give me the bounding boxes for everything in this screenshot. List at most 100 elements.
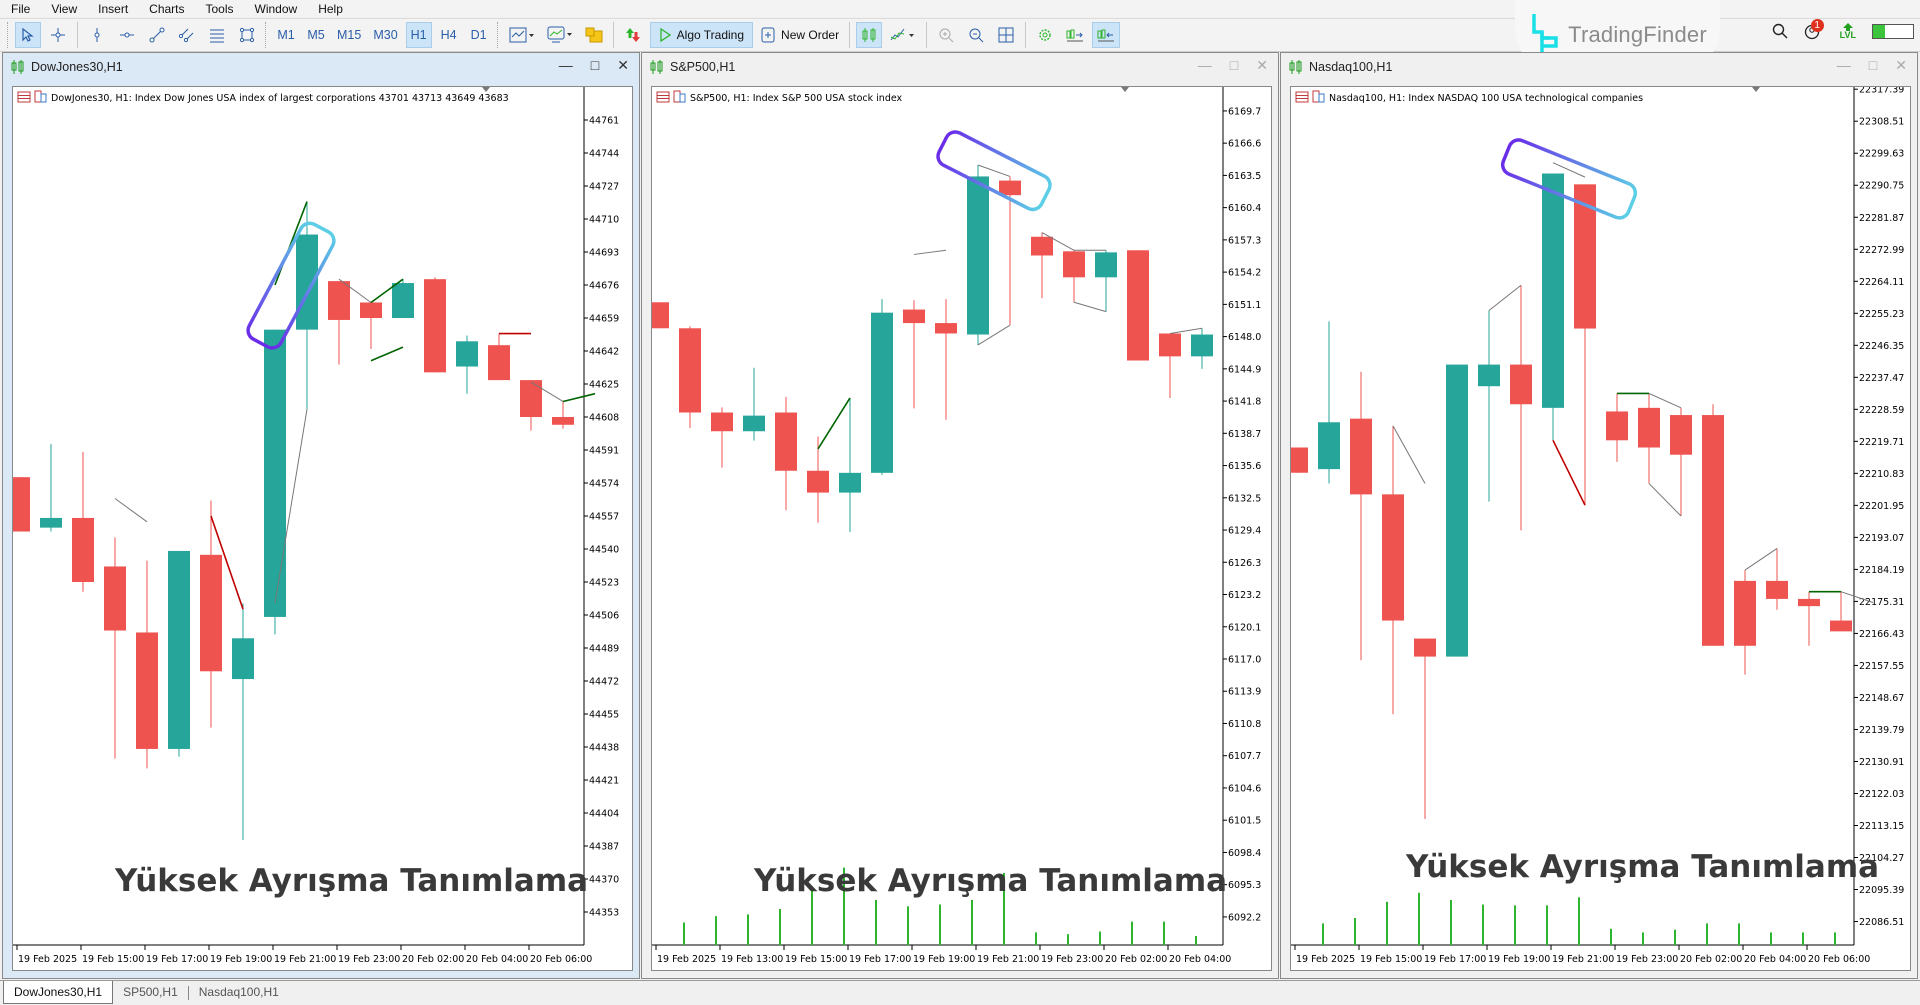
chart-area[interactable]: Nasdaq100, H1: Index NASDAQ 100 USA tech… [1290, 86, 1911, 971]
toolbar-grip[interactable] [7, 22, 10, 48]
y-tick-label: 22122.03 [1859, 789, 1904, 800]
cursor-tool-button[interactable] [15, 22, 41, 48]
timeframe-d1[interactable]: D1 [466, 22, 492, 48]
y-tick-label: 22308.51 [1859, 117, 1904, 128]
autoscroll-button[interactable] [1062, 22, 1088, 48]
toolbar-separator [926, 22, 928, 48]
timeframe-h1[interactable]: H1 [405, 22, 432, 48]
close-button[interactable]: ✕ [1895, 57, 1907, 74]
maximize-button[interactable]: □ [1230, 57, 1238, 74]
candle-body [1606, 411, 1628, 441]
profiles-button[interactable] [581, 22, 607, 48]
chart-plot[interactable]: S&P500, H1: Index S&P 500 USA stock inde… [652, 87, 1273, 972]
bearish-candle [72, 451, 94, 592]
window-titlebar[interactable]: Nasdaq100,H1 [1281, 53, 1917, 81]
tab-dowjones30[interactable]: DowJones30,H1 [3, 981, 114, 1004]
tab-nasdaq100[interactable]: Nasdaq100,H1 [189, 981, 289, 1003]
notifications-button[interactable]: 1 [1804, 19, 1824, 40]
menu-insert[interactable]: Insert [87, 2, 138, 16]
candlestick-window-icon [650, 60, 663, 74]
timeframe-h4[interactable]: H4 [436, 22, 462, 48]
timeframe-m30[interactable]: M30 [369, 22, 401, 48]
horizontal-line-icon [120, 32, 134, 38]
menu-window[interactable]: Window [244, 2, 308, 16]
timeframe-m1[interactable]: M1 [273, 22, 299, 48]
candle-body [1191, 334, 1213, 357]
vertical-line-button[interactable] [84, 22, 110, 48]
tab-sp500[interactable]: SP500,H1 [113, 981, 188, 1003]
autoscroll-icon [1066, 29, 1084, 42]
trendline-button[interactable] [144, 22, 170, 48]
minimize-button[interactable]: — [1837, 57, 1851, 74]
gear-icon [1039, 29, 1051, 41]
chart-shift-marker [482, 87, 490, 92]
candle-body [679, 328, 701, 413]
y-tick-label: 6129.4 [1228, 526, 1261, 537]
level-progress-fill [1873, 24, 1885, 38]
watermark-text: Yüksek Ayrışma Tanımlama [114, 863, 588, 899]
shapes-button[interactable] [234, 22, 260, 48]
crosshair-button[interactable] [45, 22, 71, 48]
minimize-button[interactable]: — [1198, 57, 1212, 74]
menu-view[interactable]: View [40, 2, 87, 16]
indicators-dropdown[interactable] [505, 22, 539, 48]
chart-plot[interactable]: Nasdaq100, H1: Index NASDAQ 100 USA tech… [1291, 87, 1912, 972]
x-tick-label: 19 Feb 15:00 [82, 954, 144, 965]
horizontal-line-button[interactable] [114, 22, 140, 48]
timeframe-m15[interactable]: M15 [333, 22, 365, 48]
chart-settings-button[interactable] [1032, 22, 1058, 48]
menu-help[interactable]: Help [307, 2, 353, 16]
bearish-candle [1350, 371, 1372, 661]
level-label: LVL [1839, 29, 1856, 40]
window-titlebar[interactable]: S&P500,H1 [642, 53, 1278, 81]
minimize-button[interactable]: — [559, 57, 573, 74]
tile-windows-button[interactable] [993, 22, 1019, 48]
candlestick-chart-button[interactable] [856, 22, 883, 48]
menu-charts[interactable]: Charts [138, 2, 194, 16]
candle-body [1766, 580, 1788, 599]
y-tick-label: 22219.71 [1859, 437, 1904, 448]
y-tick-label: 22317.39 [1859, 87, 1904, 96]
y-tick-label: 22281.87 [1859, 213, 1904, 224]
menu-tools[interactable]: Tools [195, 2, 244, 16]
chart-plot[interactable]: DowJones30, H1: Index Dow Jones USA inde… [13, 87, 634, 972]
close-button[interactable]: ✕ [1256, 57, 1268, 74]
chart-area[interactable]: DowJones30, H1: Index Dow Jones USA inde… [12, 86, 633, 971]
x-tick-label: 19 Feb 2025 [18, 954, 77, 965]
market-depth-button[interactable] [620, 22, 646, 48]
line-chart-dropdown[interactable] [886, 22, 920, 48]
candle-body [1478, 364, 1500, 387]
bearish-candle [679, 326, 701, 429]
menu-file[interactable]: File [0, 2, 40, 16]
y-tick-label: 22175.31 [1859, 597, 1904, 608]
bearish-candle [360, 302, 382, 350]
y-tick-label: 22157.55 [1859, 661, 1904, 672]
chart-area[interactable]: S&P500, H1: Index S&P 500 USA stock inde… [651, 86, 1272, 971]
close-button[interactable]: ✕ [617, 57, 629, 74]
new-order-button[interactable]: New Order [757, 22, 843, 48]
maximize-button[interactable]: □ [1869, 57, 1877, 74]
candle-body [1510, 364, 1532, 405]
timeframe-m5[interactable]: M5 [303, 22, 329, 48]
candle-body [1127, 250, 1149, 361]
algo-trading-button[interactable]: Algo Trading [649, 22, 754, 48]
x-tick-label: 19 Feb 19:00 [1488, 954, 1550, 965]
bearish-candle [104, 537, 126, 759]
toolbar-grip[interactable] [265, 22, 268, 48]
equidistant-channel-button[interactable] [174, 22, 200, 48]
y-tick-label: 6120.1 [1228, 622, 1261, 633]
zoom-out-button[interactable] [963, 22, 989, 48]
y-tick-label: 6117.0 [1228, 655, 1261, 666]
chart-shift-button[interactable] [1092, 22, 1121, 48]
search-icon[interactable] [1772, 23, 1788, 39]
bearish-candle [1734, 570, 1756, 675]
divergence-line [1648, 392, 1682, 409]
y-tick-label: 6107.7 [1228, 751, 1261, 762]
zoom-in-button[interactable] [933, 22, 959, 48]
symbol-list-icon [656, 91, 670, 103]
fibonacci-button[interactable] [204, 22, 230, 48]
window-titlebar[interactable]: DowJones30,H1 [3, 53, 639, 81]
toolbar-grip[interactable] [496, 22, 500, 48]
templates-dropdown[interactable] [543, 22, 577, 48]
maximize-button[interactable]: □ [591, 57, 599, 74]
